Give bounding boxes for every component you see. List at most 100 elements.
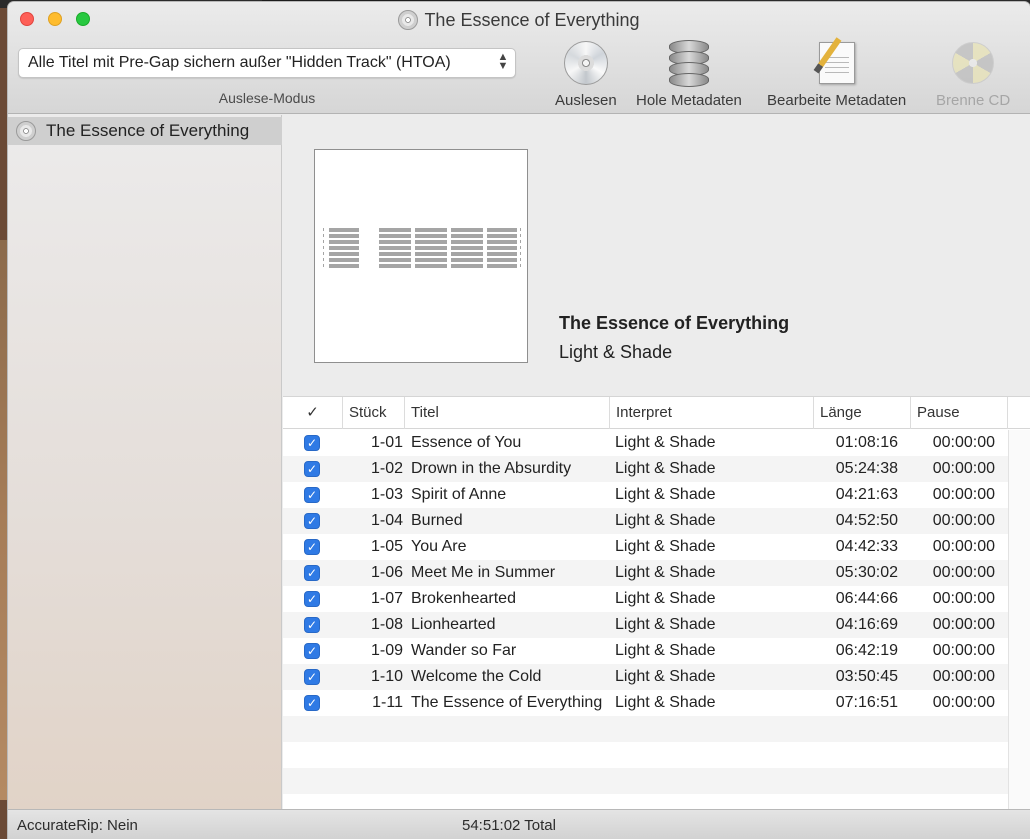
track-number: 1-01 (370, 434, 403, 451)
track-length: 03:50:45 (835, 668, 898, 685)
cover-placeholder-dot (323, 246, 324, 249)
track-checkbox[interactable]: ✓ (304, 461, 320, 477)
cover-placeholder-line (329, 252, 359, 256)
cover-placeholder-line (329, 258, 359, 262)
track-title: Drown in the Absurdity (411, 460, 572, 477)
cover-placeholder-line (415, 246, 447, 250)
track-length: 04:52:50 (835, 512, 898, 529)
table-row[interactable]: ✓ 1-03 Spirit of Anne Light & Shade 04:21:63… (283, 482, 1008, 508)
table-row[interactable]: ✓ 1-05 You Are Light & Shade 04:42:33 00:00:0… (283, 534, 1008, 560)
window-title: The Essence of Everything (424, 9, 640, 30)
track-length: 01:08:16 (835, 434, 898, 451)
track-pause: 00:00:00 (932, 642, 995, 659)
track-artist: Light & Shade (615, 590, 716, 607)
column-header-track[interactable]: Stück (343, 397, 405, 429)
track-pause: 00:00:00 (932, 668, 995, 685)
track-number: 1-07 (370, 590, 403, 607)
track-pause: 00:00:00 (932, 538, 995, 555)
column-header-artist[interactable]: Interpret (610, 397, 814, 429)
track-length: 05:24:38 (835, 460, 898, 477)
cover-placeholder-line (379, 258, 411, 262)
track-checkbox[interactable]: ✓ (304, 435, 320, 451)
rip-mode-label: Auslese-Modus (218, 90, 316, 106)
track-table: ✓ Stück Titel Interpret Länge Pause ✓ 1-0… (283, 396, 1030, 810)
track-pause: 00:00:00 (932, 694, 995, 711)
cover-placeholder-dot (323, 264, 324, 267)
cover-placeholder-line (379, 240, 411, 244)
track-checkbox[interactable]: ✓ (304, 513, 320, 529)
track-number: 1-02 (370, 460, 403, 477)
cover-placeholder-line (415, 228, 447, 232)
cover-placeholder-line (487, 240, 517, 244)
track-title: Wander so Far (411, 642, 517, 659)
table-row[interactable]: ✓ 1-09 Wander so Far Light & Shade 06:42:19 0… (283, 638, 1008, 664)
track-checkbox[interactable]: ✓ (304, 565, 320, 581)
cover-placeholder-line (415, 252, 447, 256)
track-checkbox[interactable]: ✓ (304, 487, 320, 503)
track-pause: 00:00:00 (932, 564, 995, 581)
album-cover[interactable] (314, 149, 528, 363)
cover-placeholder-line (487, 234, 517, 238)
cover-placeholder-dot (323, 240, 324, 243)
accuraterip-status: AccurateRip: Nein (17, 817, 138, 834)
rip-button-label: Auslesen (555, 92, 617, 109)
table-row[interactable]: ✓ 1-08 Lionhearted Light & Shade 04:16:69 00:… (283, 612, 1008, 638)
cover-placeholder-line (329, 264, 359, 268)
edit-metadata-button[interactable]: Bearbeite Metadaten (767, 38, 906, 109)
rip-mode-select[interactable]: Alle Titel mit Pre-Gap sichern außer "Hi… (18, 48, 516, 78)
track-checkbox[interactable]: ✓ (304, 591, 320, 607)
column-header-title[interactable]: Titel (405, 397, 610, 429)
cover-placeholder-line (415, 234, 447, 238)
track-title: Lionhearted (411, 616, 496, 633)
cover-placeholder-line (451, 264, 483, 268)
cover-placeholder-line (487, 228, 517, 232)
track-pause: 00:00:00 (932, 460, 995, 477)
column-header-pause[interactable]: Pause (911, 397, 1008, 429)
track-pause: 00:00:00 (932, 590, 995, 607)
toolbar: The Essence of Everything Alle Titel mit… (8, 2, 1030, 114)
cover-placeholder-dot (323, 252, 324, 255)
fetch-metadata-button[interactable]: Hole Metadaten (636, 38, 742, 109)
cover-placeholder-line (329, 240, 359, 244)
rip-mode-value: Alle Titel mit Pre-Gap sichern außer "Hi… (28, 54, 451, 71)
track-checkbox[interactable]: ✓ (304, 669, 320, 685)
sidebar-item-disc[interactable]: The Essence of Everything (8, 117, 282, 145)
track-checkbox[interactable]: ✓ (304, 539, 320, 555)
empty-table-row (283, 742, 1008, 768)
table-row[interactable]: ✓ 1-04 Burned Light & Shade 04:52:50 00:00:00 (283, 508, 1008, 534)
column-header-length[interactable]: Länge (814, 397, 911, 429)
table-row[interactable]: ✓ 1-06 Meet Me in Summer Light & Shade 05:30… (283, 560, 1008, 586)
track-pause: 00:00:00 (932, 512, 995, 529)
column-header-check[interactable]: ✓ (283, 397, 343, 429)
table-row[interactable]: ✓ 1-07 Brokenhearted Light & Shade 06:44:66 0… (283, 586, 1008, 612)
cover-placeholder-line (379, 234, 411, 238)
fetch-metadata-label: Hole Metadaten (636, 92, 742, 109)
track-title: The Essence of Everything (411, 694, 603, 711)
track-number: 1-09 (370, 642, 403, 659)
track-checkbox[interactable]: ✓ (304, 617, 320, 633)
cover-placeholder-line (451, 246, 483, 250)
chevron-updown-icon: ▲ ▼ (497, 51, 509, 72)
cover-placeholder-dot (520, 240, 521, 243)
cover-placeholder-line (415, 240, 447, 244)
track-checkbox[interactable]: ✓ (304, 695, 320, 711)
track-title: Burned (411, 512, 463, 529)
track-number: 1-11 (372, 694, 403, 711)
cover-placeholder-dot (520, 246, 521, 249)
burn-cd-button[interactable]: Brenne CD (936, 38, 1010, 109)
cover-placeholder-dot (323, 228, 324, 231)
table-row[interactable]: ✓ 1-11 The Essence of Everything Light & Sh… (283, 690, 1008, 716)
main-panel: The Essence of Everything Light & Shade … (283, 115, 1030, 810)
rip-button[interactable]: Auslesen (555, 38, 617, 109)
table-row[interactable]: ✓ 1-10 Welcome the Cold Light & Shade 03:50:… (283, 664, 1008, 690)
track-title: You Are (411, 538, 467, 555)
sidebar-item-label: The Essence of Everything (46, 121, 250, 140)
table-row[interactable]: ✓ 1-01 Essence of You Light & Shade 01:08:16… (283, 430, 1008, 456)
cover-placeholder-line (329, 246, 359, 250)
track-checkbox[interactable]: ✓ (304, 643, 320, 659)
track-length: 06:42:19 (835, 642, 898, 659)
table-scrollbar[interactable] (1008, 430, 1030, 810)
cd-icon (563, 41, 608, 85)
cover-placeholder-dot (520, 234, 521, 237)
table-row[interactable]: ✓ 1-02 Drown in the Absurdity Light & Shade… (283, 456, 1008, 482)
